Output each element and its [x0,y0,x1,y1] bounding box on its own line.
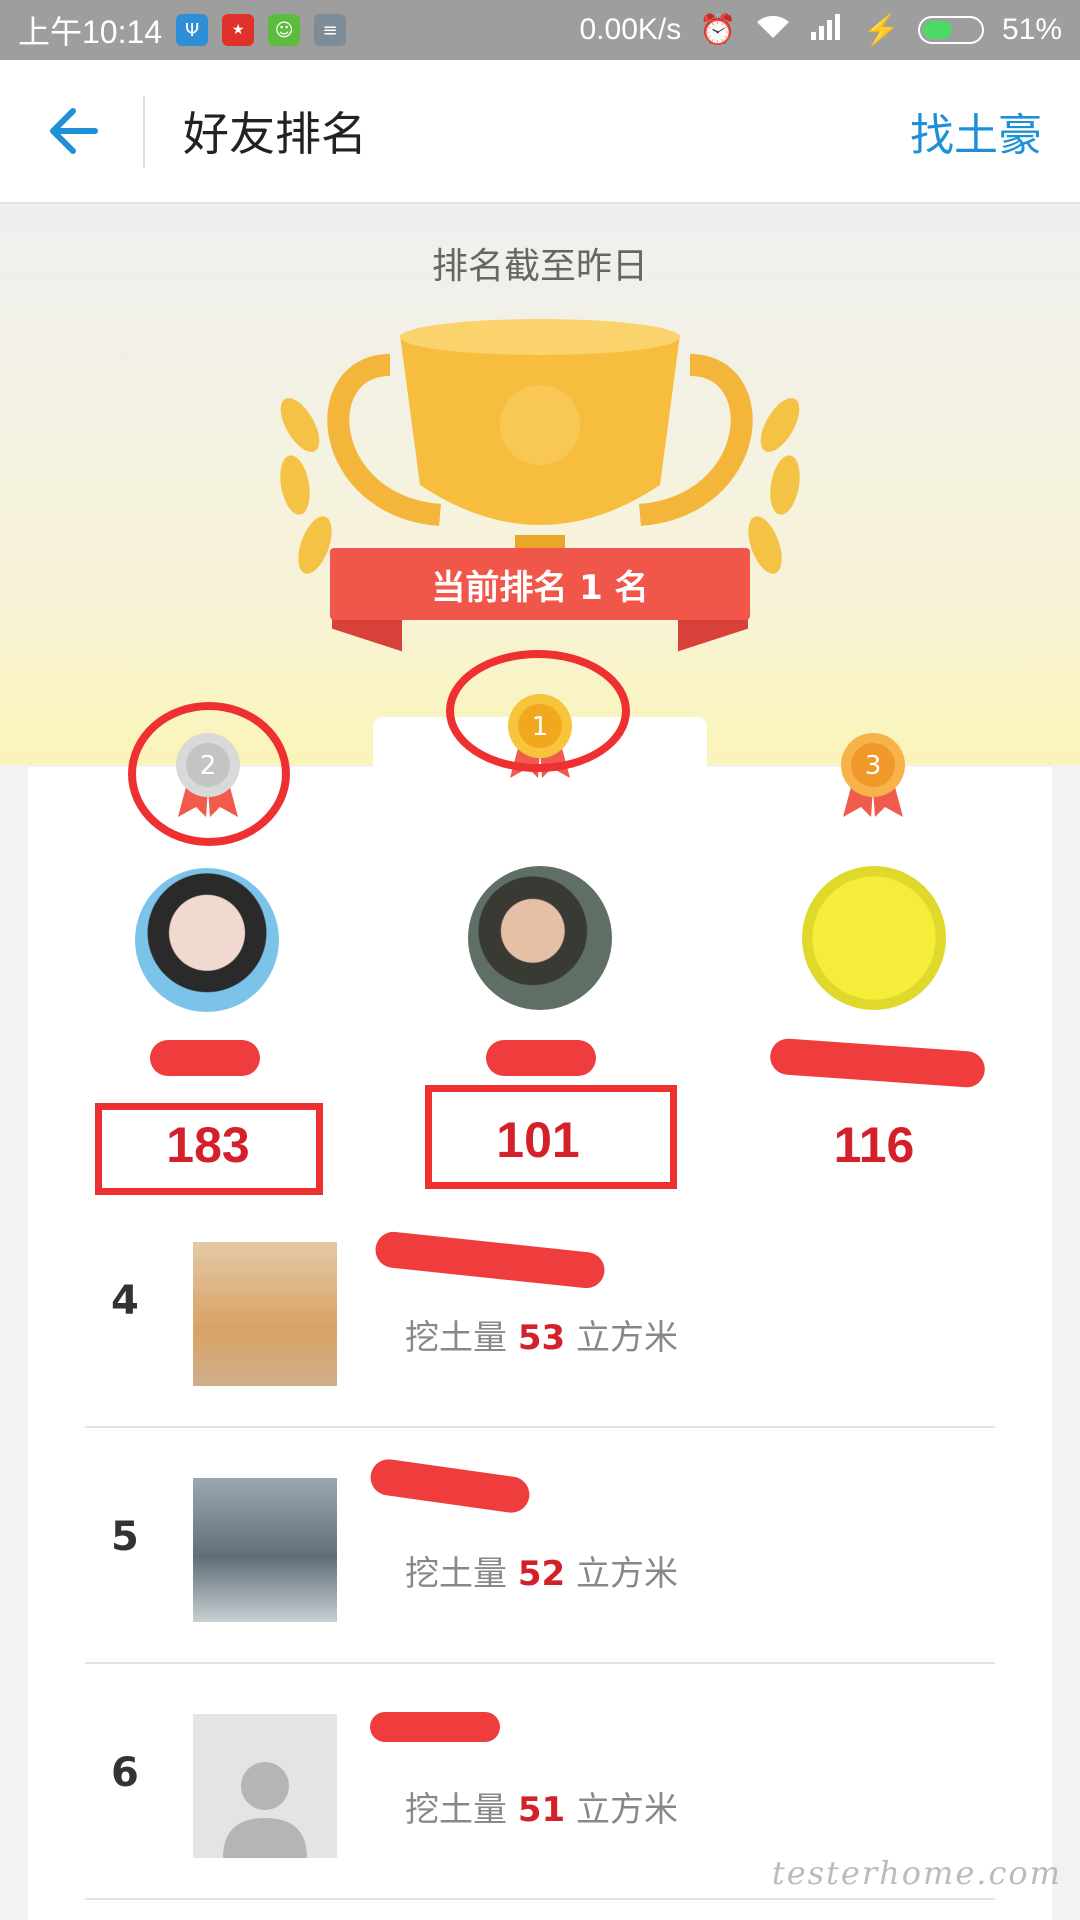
avatar [193,1242,337,1386]
nav-bar: 好友排名 找土豪 [0,60,1080,204]
avatar[interactable] [135,868,279,1012]
list-item[interactable]: 5 挖土量 52 立方米 [85,1428,995,1664]
app-grey-icon: ≡ [314,14,347,46]
name-redacted [150,1040,260,1076]
alarm-icon: ⏰ [699,13,737,47]
svg-text:3: 3 [865,751,882,781]
current-rank-banner: 当前排名 1 名 [330,548,750,620]
battery-icon [917,16,984,44]
default-avatar-icon [193,1714,337,1858]
status-time: 上午10:14 [18,14,163,50]
net-speed: 0.00K/s [579,13,682,46]
arrow-left-icon [49,108,98,154]
usb-icon: Ψ [176,14,209,46]
podium-score-1: 101 [496,1112,580,1168]
podium-score-2: 183 [166,1117,250,1173]
avatar[interactable] [802,866,946,1010]
annotation-circle [128,702,290,846]
avatar[interactable] [468,866,612,1010]
bronze-medal-icon: 3 [841,733,905,817]
list-item[interactable]: 4 挖土量 53 立方米 [85,1192,995,1428]
list-rank: 4 [111,1278,139,1324]
name-redacted [373,1230,607,1290]
page-title: 好友排名 [183,107,367,161]
podium-score-3: 116 [833,1117,915,1173]
back-button[interactable] [0,60,145,202]
list-rank: 6 [111,1750,139,1796]
name-redacted [486,1040,596,1076]
watermark: testerhome.com [771,1854,1062,1892]
dig-amount: 挖土量 51 立方米 [405,1790,678,1830]
name-redacted [368,1457,532,1515]
app-red-icon: ★ [222,14,255,46]
list-rank: 5 [111,1514,139,1560]
annotation-circle [446,650,630,772]
app-green-icon: ☺ [268,14,301,46]
signal-icon [809,12,845,48]
rank-date-caption: 排名截至昨日 [431,246,648,287]
status-bar: 上午10:14 Ψ ★ ☺ ≡ 0.00K/s ⏰ ⚡ 51% [0,0,1080,60]
battery-percent: 51% [1001,13,1062,46]
find-rich-button[interactable]: 找土豪 [910,99,1042,163]
dig-amount: 挖土量 52 立方米 [405,1554,678,1594]
name-redacted [370,1712,500,1742]
avatar [193,1478,337,1622]
wifi-icon [755,12,791,48]
dig-amount: 挖土量 53 立方米 [405,1318,678,1358]
charging-icon: ⚡ [862,13,900,47]
